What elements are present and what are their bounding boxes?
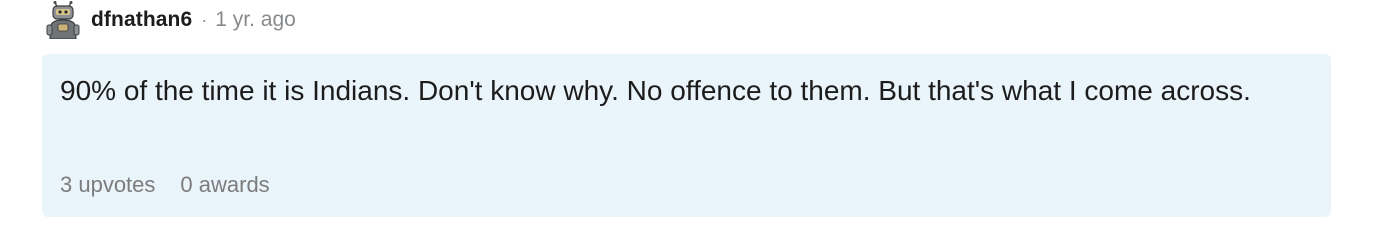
- comment-timestamp[interactable]: 1 yr. ago: [215, 8, 296, 32]
- meta-separator: ·: [201, 9, 208, 30]
- comment: dfnathan6 · 1 yr. ago 90% of the time it…: [0, 0, 1378, 240]
- robot-avatar-icon[interactable]: [45, 1, 81, 39]
- comment-stats: 3 upvotes 0 awards: [60, 172, 270, 198]
- comment-card: 90% of the time it is Indians. Don't kno…: [42, 54, 1331, 217]
- comment-body: 90% of the time it is Indians. Don't kno…: [60, 75, 1251, 106]
- upvote-count[interactable]: 3 upvotes: [60, 172, 155, 198]
- comment-author-username[interactable]: dfnathan6: [91, 8, 192, 32]
- award-count[interactable]: 0 awards: [180, 172, 269, 198]
- comment-header: dfnathan6 · 1 yr. ago: [45, 0, 296, 40]
